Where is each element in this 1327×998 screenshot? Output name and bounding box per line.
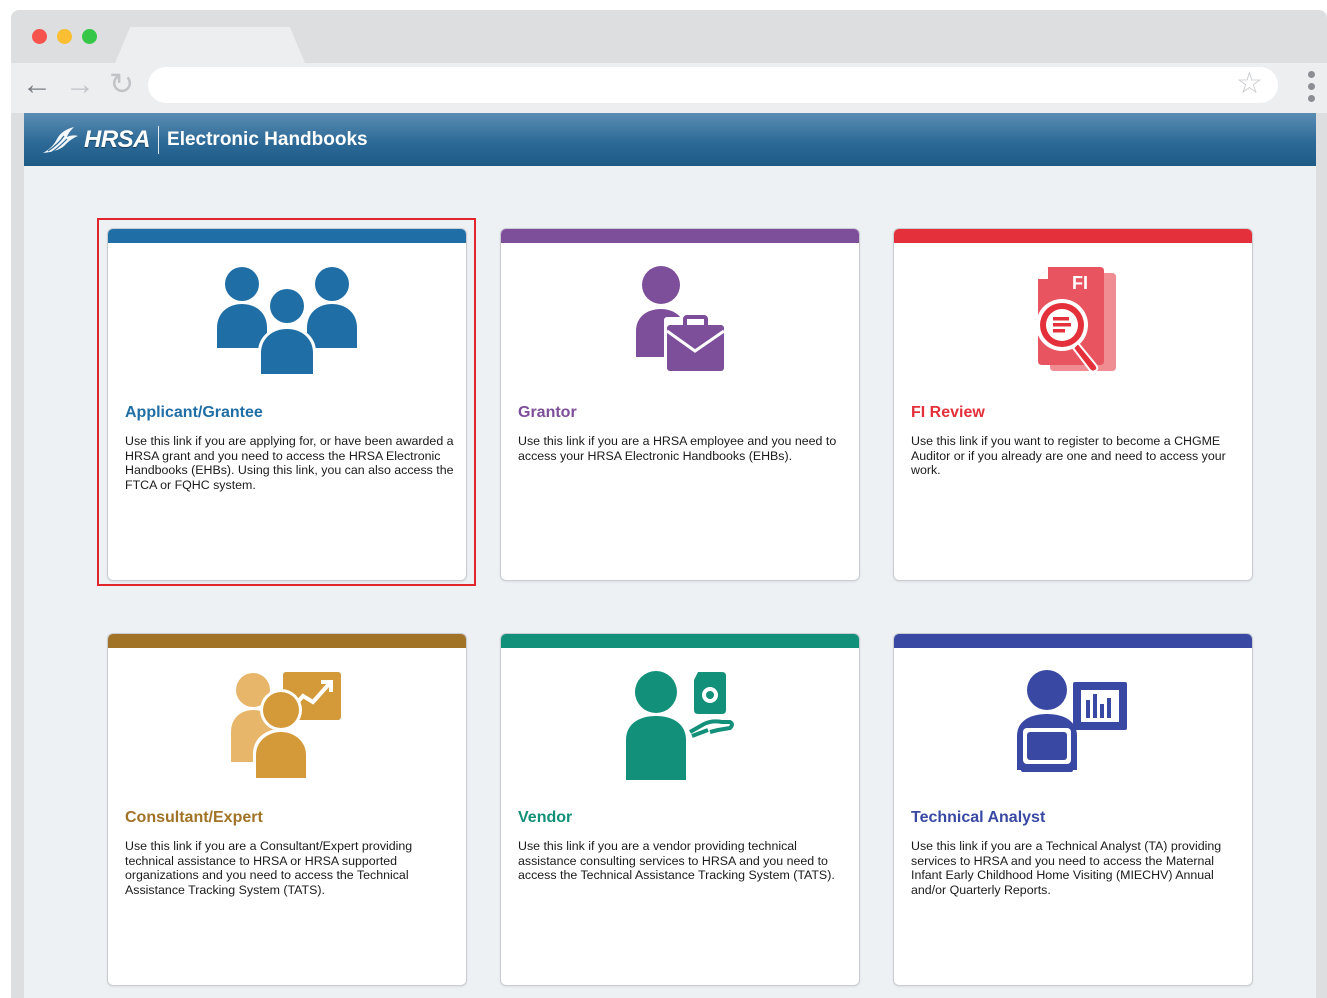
card-description: Use this link if you are a Technical Ana… [911,839,1222,897]
card-description: Use this link if you are a Consultant/Ex… [125,839,413,897]
card-title: Applicant/Grantee [125,404,263,421]
maximize-window-button[interactable] [82,29,97,44]
card-description: Use this link if you are applying for, o… [125,434,454,492]
card-technical-analyst[interactable]: Technical Analyst Use this link if you a… [893,633,1253,986]
card-title: Grantor [518,404,577,421]
close-window-button[interactable] [32,29,47,44]
address-bar[interactable] [148,67,1278,103]
group-users-icon [108,264,466,376]
card-color-bar [894,229,1252,243]
analyst-laptop-chart-icon [894,670,1252,780]
card-grantor[interactable]: Grantor Use this link if you are a HRSA … [500,228,860,581]
card-description: Use this link if you are a HRSA employee… [518,434,837,463]
card-color-bar [894,634,1252,648]
browser-window: ← → ↻ ☆ HRSA Electronic Handbooks Applic… [11,10,1327,998]
card-description: Use this link if you are a vendor provid… [518,839,835,883]
consultant-chart-icon [108,670,466,780]
eagle-icon [43,127,78,153]
page-content: HRSA Electronic Handbooks Applicant/Gran… [24,113,1316,998]
card-fi-review[interactable]: FI FI Review Use this link if you want t… [893,228,1253,581]
vendor-service-icon [501,670,859,780]
card-title: Consultant/Expert [125,809,263,826]
forward-arrow-icon[interactable]: → [65,70,95,100]
logo-divider [158,126,160,154]
fi-label: FI [1072,273,1088,293]
card-title: Technical Analyst [911,809,1046,826]
fi-document-search-icon: FI [894,265,1252,375]
reload-icon[interactable]: ↻ [109,70,134,100]
card-title: FI Review [911,404,985,421]
card-title: Vendor [518,809,573,826]
back-arrow-icon[interactable]: ← [22,70,52,100]
user-briefcase-icon [501,265,859,375]
card-vendor[interactable]: Vendor Use this link if you are a vendor… [500,633,860,986]
logo-text: HRSA [84,126,151,153]
browser-tab[interactable] [115,27,305,63]
card-color-bar [108,634,466,648]
hrsa-logo[interactable]: HRSA Electronic Handbooks [40,122,368,158]
card-description: Use this link if you want to register to… [911,434,1226,478]
card-consultant-expert[interactable]: Consultant/Expert Use this link if you a… [107,633,467,986]
bookmark-star-icon[interactable]: ☆ [1236,69,1263,99]
card-color-bar [501,229,859,243]
minimize-window-button[interactable] [57,29,72,44]
card-color-bar [501,634,859,648]
header-banner: HRSA Electronic Handbooks [24,113,1316,166]
card-applicant-grantee[interactable]: Applicant/Grantee Use this link if you a… [107,228,467,581]
browser-toolbar: ← → ↻ ☆ [11,63,1327,113]
app-title: Electronic Handbooks [167,129,368,150]
browser-menu-icon[interactable] [1308,71,1316,105]
card-color-bar [108,229,466,243]
